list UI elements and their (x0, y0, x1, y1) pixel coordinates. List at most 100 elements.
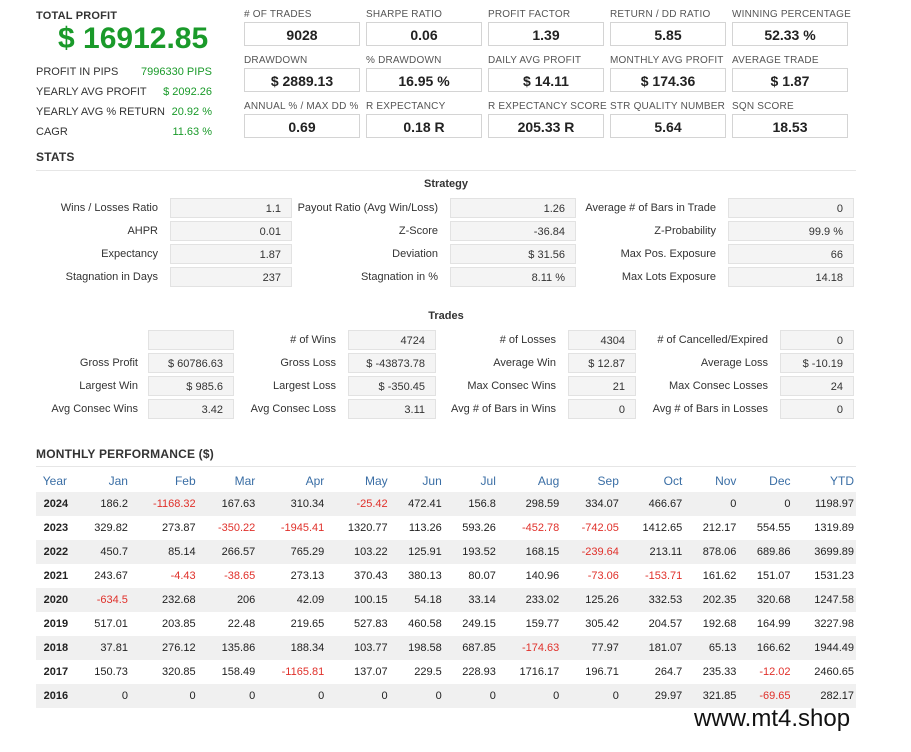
month-value-cell: 3227.98 (792, 612, 856, 636)
column-header: Nov (684, 470, 739, 492)
month-value-cell: 305.42 (561, 612, 621, 636)
trades-label: Largest Win (79, 380, 138, 392)
strategy-label: Max Pos. Exposure (620, 248, 716, 260)
month-value-cell: 249.15 (443, 612, 498, 636)
column-header: Jul (443, 470, 498, 492)
month-value-cell: 527.83 (326, 612, 390, 636)
month-value-cell: 460.58 (389, 612, 444, 636)
summary-row-yearly-avg-profit: YEARLY AVG PROFIT $ 2092.26 (36, 86, 212, 98)
trades-value: 4724 (348, 330, 436, 350)
metric-label: WINNING PERCENTAGE (732, 9, 851, 20)
strategy-label: AHPR (127, 225, 158, 237)
month-value-cell: 878.06 (684, 540, 739, 564)
month-value-cell: 198.58 (389, 636, 444, 660)
month-value-cell: 593.26 (443, 516, 498, 540)
column-header: Jan (75, 470, 130, 492)
trades-value: $ 12.87 (568, 353, 636, 373)
month-value-cell: 150.73 (75, 660, 130, 684)
month-value-cell: 22.48 (197, 612, 258, 636)
month-value-cell: 65.13 (684, 636, 739, 660)
metric-label: R EXPECTANCY (366, 101, 446, 112)
month-value-cell: 273.13 (257, 564, 327, 588)
trades-value (148, 330, 234, 350)
stats-title: STATS (36, 150, 75, 164)
metric-value: 1.39 (488, 22, 604, 46)
column-header: May (326, 470, 390, 492)
month-value-cell: 2460.65 (792, 660, 856, 684)
monthly-performance-title: MONTHLY PERFORMANCE ($) (36, 447, 214, 461)
month-value-cell: 186.2 (75, 492, 130, 516)
month-value-cell: -634.5 (75, 588, 130, 612)
month-value-cell: 158.49 (197, 660, 258, 684)
column-header: Oct (620, 470, 685, 492)
trades-label: Max Consec Wins (467, 380, 556, 392)
month-value-cell: 0 (75, 684, 130, 708)
month-value-cell: 233.02 (497, 588, 562, 612)
trades-title: Trades (428, 310, 464, 322)
month-value-cell: 135.86 (197, 636, 258, 660)
trades-value: $ -350.45 (348, 376, 436, 396)
metric-sharpe-ratio: SHARPE RATIO 0.06 (366, 9, 482, 46)
month-value-cell: 85.14 (129, 540, 198, 564)
month-value-cell: 192.68 (684, 612, 739, 636)
metric-return-dd-ratio: RETURN / DD RATIO 5.85 (610, 9, 726, 46)
month-value-cell: 100.15 (326, 588, 390, 612)
metric-label: PROFIT FACTOR (488, 9, 571, 20)
summary-label: YEARLY AVG PROFIT (36, 86, 147, 98)
month-value-cell: -742.05 (561, 516, 621, 540)
trades-label: Average Win (493, 357, 556, 369)
metric-label: SQN SCORE (732, 101, 794, 112)
month-value-cell: 0 (197, 684, 258, 708)
month-value-cell: 273.87 (129, 516, 198, 540)
strategy-value: 14.18 (728, 267, 854, 287)
trades-label: Largest Loss (273, 380, 336, 392)
month-value-cell: 202.35 (684, 588, 739, 612)
month-value-cell: -239.64 (561, 540, 621, 564)
month-value-cell: 204.57 (620, 612, 685, 636)
month-value-cell: 554.55 (738, 516, 793, 540)
trades-label: Gross Profit (79, 357, 138, 369)
month-value-cell: 1531.23 (792, 564, 856, 588)
metric-value: 5.64 (610, 114, 726, 138)
watermark-text: www.mt4.shop (694, 705, 851, 732)
summary-row-cagr: CAGR 11.63 % (36, 126, 212, 138)
month-value-cell: 332.53 (620, 588, 685, 612)
trades-label: Avg Consec Loss (250, 403, 336, 415)
month-value-cell: 213.11 (620, 540, 685, 564)
column-header: Dec (738, 470, 793, 492)
month-value-cell: 1319.89 (792, 516, 856, 540)
month-value-cell: 140.96 (497, 564, 562, 588)
column-header: YTD (792, 470, 856, 492)
summary-value: $ 2092.26 (163, 86, 212, 98)
month-value-cell: 689.86 (738, 540, 793, 564)
month-value-cell: 168.15 (497, 540, 562, 564)
month-value-cell: 0 (389, 684, 444, 708)
month-value-cell: -38.65 (197, 564, 258, 588)
metric-value: $ 174.36 (610, 68, 726, 92)
month-value-cell: -25.42 (326, 492, 390, 516)
table-header-row: Year Jan Feb Mar Apr May Jun Jul Aug Sep Oct Nov Dec… (36, 470, 856, 492)
trades-value: 0 (568, 399, 636, 419)
metric-trades: # OF TRADES 9028 (244, 9, 360, 46)
year-cell: 2017 (36, 660, 76, 684)
column-header: Apr (257, 470, 327, 492)
total-profit-label: TOTAL PROFIT (36, 10, 118, 22)
month-value-cell: 0 (497, 684, 562, 708)
strategy-title: Strategy (423, 178, 469, 190)
table-row: 2021 243.67 -4.43 -38.65 273.13 370.43 380.13 8… (36, 564, 856, 588)
month-value-cell: 1944.49 (792, 636, 856, 660)
month-value-cell: 219.65 (257, 612, 327, 636)
column-header: Aug (497, 470, 562, 492)
month-value-cell: 472.41 (389, 492, 444, 516)
column-header-year: Year (36, 470, 76, 492)
metric-value: $ 2889.13 (244, 68, 360, 92)
strategy-label: Payout Ratio (Avg Win/Loss) (297, 202, 438, 214)
month-value-cell: 334.07 (561, 492, 621, 516)
month-value-cell: -174.63 (497, 636, 562, 660)
strategy-label: Z-Score (398, 225, 438, 237)
month-value-cell: 320.85 (129, 660, 198, 684)
month-value-cell: 0 (326, 684, 390, 708)
table-row: 2024 186.2 -1168.32 167.63 310.34 -25.42 472.4… (36, 492, 856, 516)
metric-profit-factor: PROFIT FACTOR 1.39 (488, 9, 604, 46)
month-value-cell: 1198.97 (792, 492, 856, 516)
